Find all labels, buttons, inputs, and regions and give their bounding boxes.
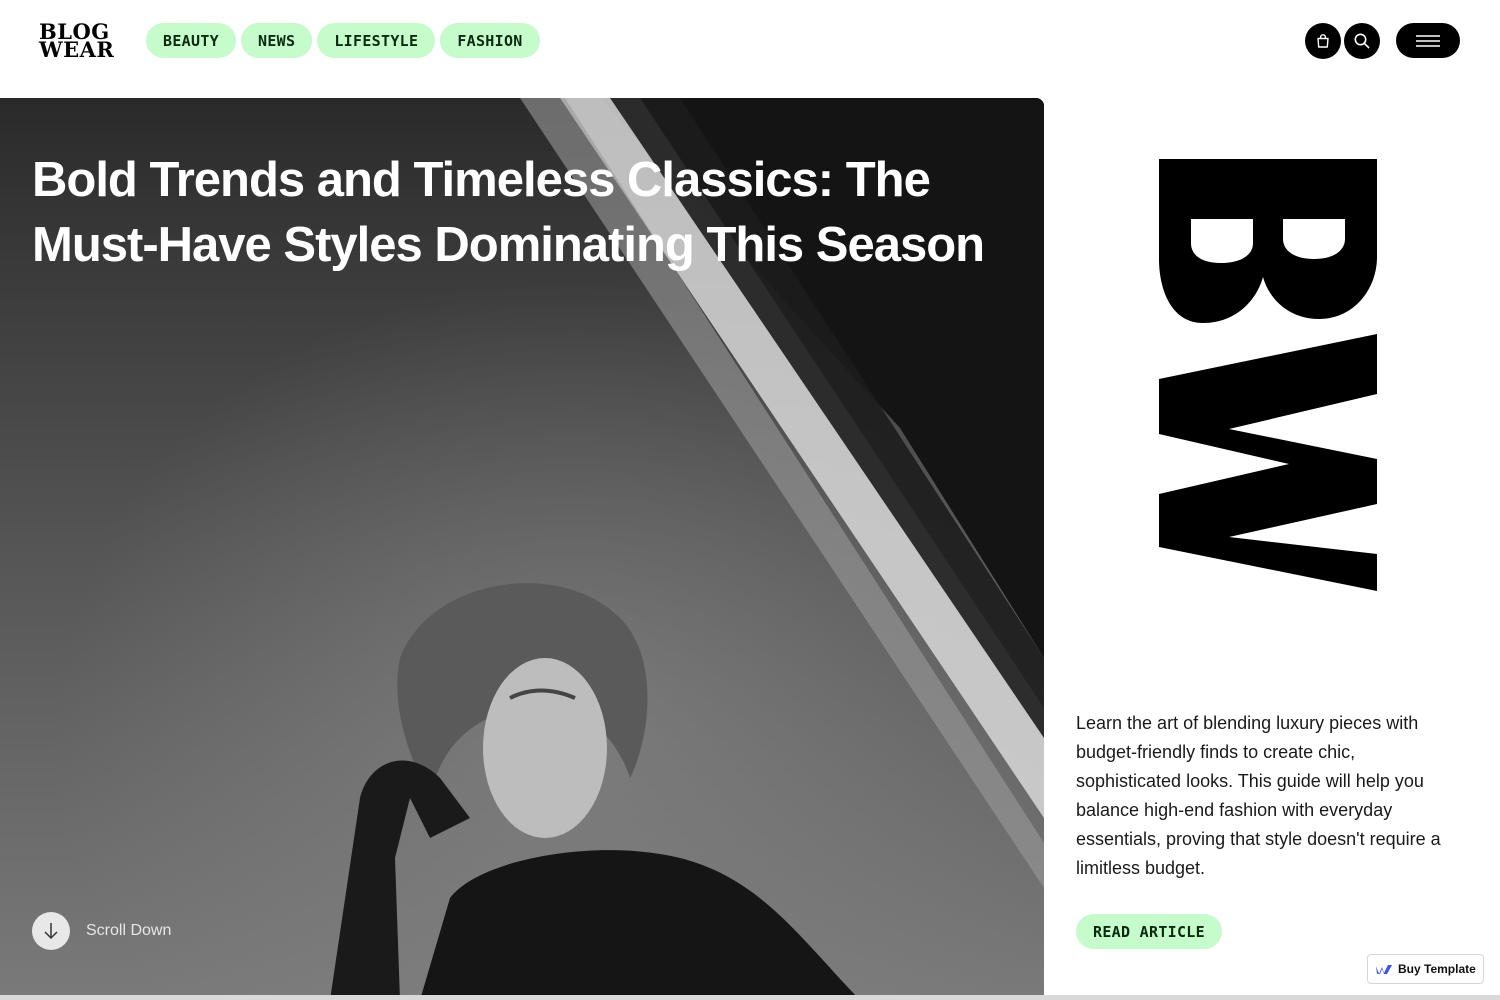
buy-template-label: Buy Template	[1398, 962, 1476, 976]
scroll-circle	[32, 912, 70, 950]
cart-icon	[1317, 34, 1329, 48]
hero-banner: Bold Trends and Timeless Classics: The M…	[0, 98, 1044, 1000]
menu-button[interactable]	[1396, 23, 1460, 58]
buy-template-badge[interactable]: Buy Template	[1367, 954, 1484, 984]
search-icon	[1354, 33, 1370, 49]
nav-item-news[interactable]: NEWS	[241, 23, 313, 58]
logo-line-2: WEAR	[39, 37, 115, 62]
menu-icon	[1416, 34, 1440, 47]
article-summary: Learn the art of blending luxury pieces …	[1076, 713, 1441, 878]
read-article-button[interactable]: READ ARTICLE	[1076, 914, 1222, 949]
bw-logo-mark	[1159, 159, 1377, 591]
scroll-down-button[interactable]: Scroll Down	[32, 912, 171, 950]
nav-item-beauty[interactable]: BEAUTY	[146, 23, 236, 58]
nav-item-fashion[interactable]: FASHION	[440, 23, 540, 58]
article-sidebar: Learn the art of blending luxury pieces …	[1044, 98, 1500, 1000]
site-header: BLOG WEAR BEAUTY NEWS LIFESTYLE FASHION	[0, 0, 1500, 98]
webflow-logo-icon	[1376, 964, 1392, 974]
scroll-down-label: Scroll Down	[86, 922, 172, 939]
cart-button[interactable]	[1305, 23, 1341, 59]
category-nav: BEAUTY NEWS LIFESTYLE FASHION	[146, 23, 540, 58]
page-bottom-divider	[0, 995, 1500, 1000]
arrow-down-icon	[44, 923, 58, 940]
site-logo[interactable]: BLOG WEAR	[39, 21, 123, 63]
search-button[interactable]	[1344, 23, 1380, 59]
hero-title: Bold Trends and Timeless Classics: The M…	[32, 153, 985, 272]
nav-item-lifestyle[interactable]: LIFESTYLE	[317, 23, 436, 58]
